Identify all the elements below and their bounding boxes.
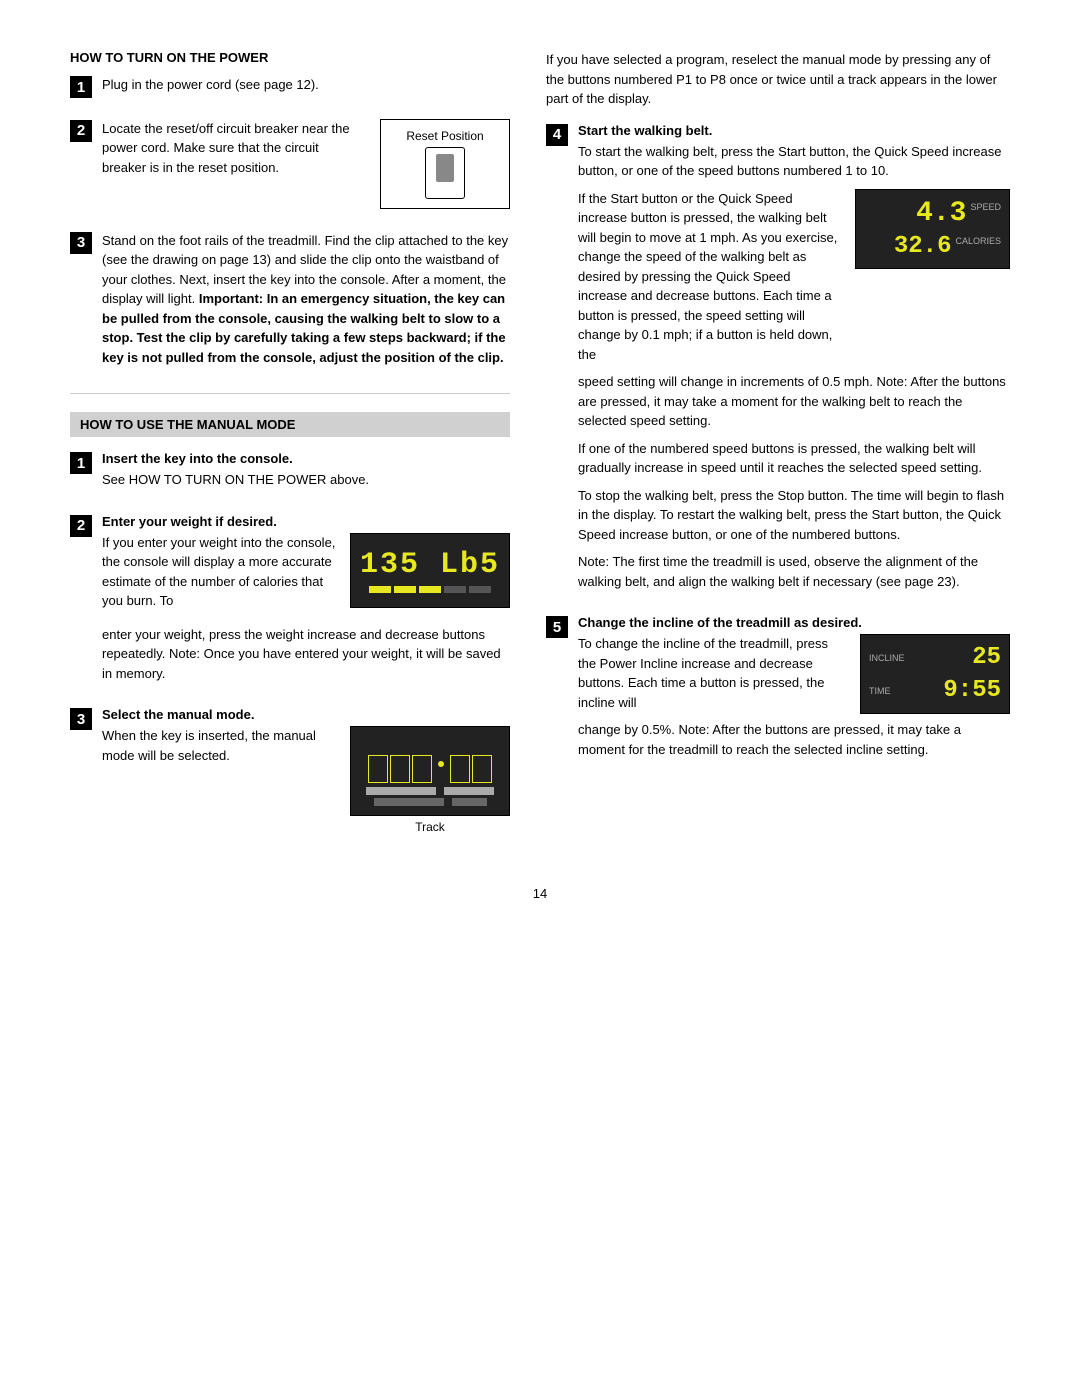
right-column: If you have selected a program, reselect… xyxy=(546,50,1010,856)
power-step1: 1 Plug in the power cord (see page 12). xyxy=(70,75,510,103)
step5-title: Change the incline of the treadmill as d… xyxy=(578,615,1010,630)
reset-switch-image xyxy=(425,147,465,199)
track-digit-4 xyxy=(450,755,470,783)
manual-step2-text2: enter your weight, press the weight incr… xyxy=(102,625,510,684)
track-label: Track xyxy=(415,820,445,834)
weight-bar-1 xyxy=(369,586,391,593)
weight-bar-3 xyxy=(419,586,441,593)
manual-step2-text1: If you enter your weight into the consol… xyxy=(102,533,336,611)
speed-label: SPEED xyxy=(970,198,1001,212)
power-section: HOW TO TURN ON THE POWER 1 Plug in the p… xyxy=(70,50,510,375)
time-row: TIME 9:55 xyxy=(869,677,1001,704)
speed-display: 4.3 SPEED 32.6 CALORIES xyxy=(855,189,1010,269)
track-group-1 xyxy=(368,755,432,783)
weight-bar-2 xyxy=(394,586,416,593)
step-num-2: 2 xyxy=(70,120,92,142)
track-digit-1 xyxy=(368,755,388,783)
calories-label: CALORIES xyxy=(955,233,1001,246)
time-value: 9:55 xyxy=(913,677,1001,704)
right-step-num-4: 4 xyxy=(546,124,568,146)
manual-step1-text: See HOW TO TURN ON THE POWER above. xyxy=(102,470,510,490)
manual-step3-text: When the key is inserted, the manual mod… xyxy=(102,726,336,765)
track-bar-long2 xyxy=(374,798,444,806)
intro-text: If you have selected a program, reselect… xyxy=(546,50,1010,109)
step4-text5: To stop the walking belt, press the Stop… xyxy=(578,486,1010,545)
page: HOW TO TURN ON THE POWER 1 Plug in the p… xyxy=(0,0,1080,1397)
speed-value: 4.3 xyxy=(916,198,966,229)
manual-step-num-3: 3 xyxy=(70,708,92,730)
track-bars-row2 xyxy=(374,798,487,806)
track-bar-short xyxy=(452,798,487,806)
power-step3: 3 Stand on the foot rails of the treadmi… xyxy=(70,231,510,376)
track-digit-3 xyxy=(412,755,432,783)
right-step4: 4 Start the walking belt. To start the w… xyxy=(546,123,1010,600)
step4-title: Start the walking belt. xyxy=(578,123,1010,138)
track-bars-row1 xyxy=(366,787,494,795)
right-step-num-5: 5 xyxy=(546,616,568,638)
manual-step3-title: Select the manual mode. xyxy=(102,707,510,722)
manual-step1: 1 Insert the key into the console. See H… xyxy=(70,451,510,498)
weight-bar-4 xyxy=(444,586,466,593)
manual-step3: 3 Select the manual mode. When the key i… xyxy=(70,707,510,840)
power-step3-text: Stand on the foot rails of the treadmill… xyxy=(102,231,510,368)
step4-text2: If the Start button or the Quick Speed i… xyxy=(578,189,841,365)
step4-text4: If one of the numbered speed buttons is … xyxy=(578,439,1010,478)
step4-text1: To start the walking belt, press the Sta… xyxy=(578,142,1010,181)
power-step2: 2 Locate the reset/off circuit breaker n… xyxy=(70,119,510,215)
reset-position-box: Reset Position xyxy=(380,119,510,209)
incline-value: 25 xyxy=(913,644,1001,671)
manual-step1-title: Insert the key into the console. xyxy=(102,451,510,466)
step4-text3: speed setting will change in increments … xyxy=(578,372,1010,431)
track-dot xyxy=(438,761,444,767)
weight-bar-5 xyxy=(469,586,491,593)
left-column: HOW TO TURN ON THE POWER 1 Plug in the p… xyxy=(70,50,510,856)
step5-inline-block: To change the incline of the treadmill, … xyxy=(578,634,1010,720)
step-num-1: 1 xyxy=(70,76,92,98)
right-step5: 5 Change the incline of the treadmill as… xyxy=(546,615,1010,767)
weight-bars xyxy=(369,586,491,593)
time-label: TIME xyxy=(869,686,909,696)
calories-value: 32.6 xyxy=(894,233,952,260)
track-digit-5 xyxy=(472,755,492,783)
track-bar-med xyxy=(444,787,494,795)
reset-position-label: Reset Position xyxy=(406,129,483,143)
power-step1-text: Plug in the power cord (see page 12). xyxy=(102,75,510,95)
weight-digits: 135 Lb5 xyxy=(360,548,500,582)
step4-text6: Note: The first time the treadmill is us… xyxy=(578,552,1010,591)
step4-inline-block: If the Start button or the Quick Speed i… xyxy=(578,189,1010,373)
manual-step2-title: Enter your weight if desired. xyxy=(102,514,510,529)
step-num-3: 3 xyxy=(70,232,92,254)
track-digit-2 xyxy=(390,755,410,783)
track-display xyxy=(350,726,510,816)
weight-display: 135 Lb5 xyxy=(350,533,510,608)
manual-step2: 2 Enter your weight if desired. If you e… xyxy=(70,514,510,692)
manual-step-num-2: 2 xyxy=(70,515,92,537)
incline-display: INCLINE 25 TIME 9:55 xyxy=(860,634,1010,714)
track-bar-long xyxy=(366,787,436,795)
power-section-header: HOW TO TURN ON THE POWER xyxy=(70,50,510,65)
track-digits-row xyxy=(368,755,492,783)
calories-row: 32.6 CALORIES xyxy=(864,233,1001,260)
incline-row: INCLINE 25 xyxy=(869,644,1001,671)
step5-text1: To change the incline of the treadmill, … xyxy=(578,634,846,712)
incline-label: INCLINE xyxy=(869,653,909,663)
speed-row: 4.3 SPEED xyxy=(864,198,1001,229)
manual-section: HOW TO USE THE MANUAL MODE 1 Insert the … xyxy=(70,412,510,840)
power-step2-text: Locate the reset/off circuit breaker nea… xyxy=(102,119,366,178)
step5-text2: change by 0.5%. Note: After the buttons … xyxy=(578,720,1010,759)
manual-section-header: HOW TO USE THE MANUAL MODE xyxy=(70,412,510,437)
track-group-2 xyxy=(450,755,492,783)
section-divider xyxy=(70,393,510,394)
manual-step-num-1: 1 xyxy=(70,452,92,474)
page-number: 14 xyxy=(70,886,1010,901)
